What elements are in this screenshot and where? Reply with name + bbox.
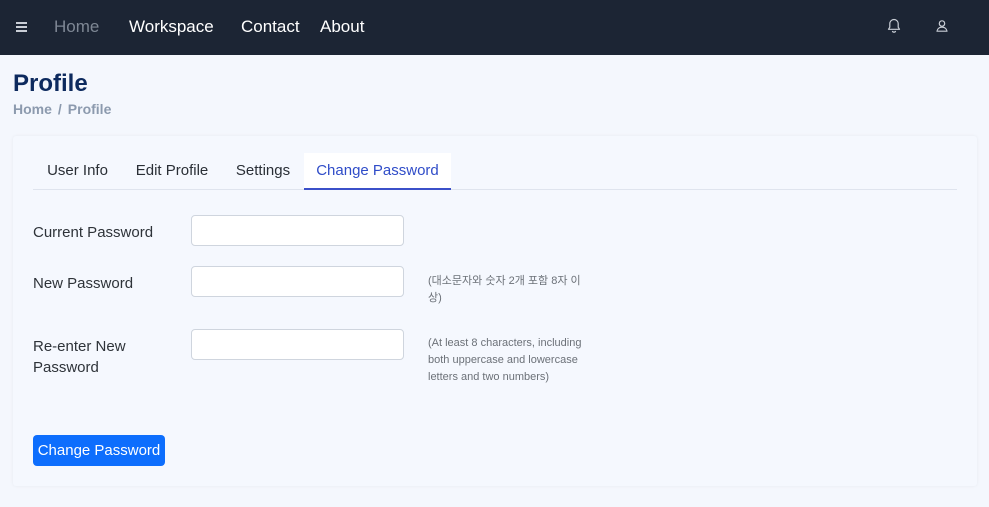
tab-user-info[interactable]: User Info (33, 153, 122, 190)
tab-settings[interactable]: Settings (222, 153, 304, 190)
profile-card: User Info Edit Profile Settings Change P… (13, 136, 977, 486)
tab-edit-profile[interactable]: Edit Profile (122, 153, 222, 190)
nav-home-link[interactable]: Home (54, 17, 99, 37)
breadcrumb-separator: / (57, 101, 62, 117)
new-password-label: New Password (33, 275, 134, 292)
user-icon[interactable] (933, 17, 951, 35)
nav-about-link[interactable]: About (320, 17, 364, 37)
bell-icon[interactable] (885, 17, 903, 35)
top-navbar: Home Workspace Contact About (0, 0, 989, 55)
nav-contact-link[interactable]: Contact (241, 17, 300, 37)
breadcrumb-home-link[interactable]: Home (13, 101, 52, 117)
menu-icon[interactable] (16, 22, 27, 32)
profile-tabs: User Info Edit Profile Settings Change P… (33, 153, 957, 190)
change-password-button[interactable]: Change Password (33, 435, 165, 466)
current-password-input[interactable] (191, 215, 404, 246)
confirm-password-input[interactable] (191, 329, 404, 360)
nav-workspace-link[interactable]: Workspace (129, 17, 214, 37)
breadcrumb-current: Profile (67, 101, 112, 117)
tab-change-password[interactable]: Change Password (304, 153, 451, 190)
breadcrumb: Home / Profile (13, 101, 111, 117)
new-password-hint: (대소문자와 숫자 2개 포함 8자 이상) (428, 275, 581, 304)
confirm-password-hint: (At least 8 characters, including both u… (428, 337, 582, 383)
page-title: Profile (13, 70, 88, 97)
new-password-input[interactable] (191, 266, 404, 297)
confirm-password-label: Re-enter New Password (33, 338, 126, 376)
current-password-label: Current Password (33, 224, 154, 241)
